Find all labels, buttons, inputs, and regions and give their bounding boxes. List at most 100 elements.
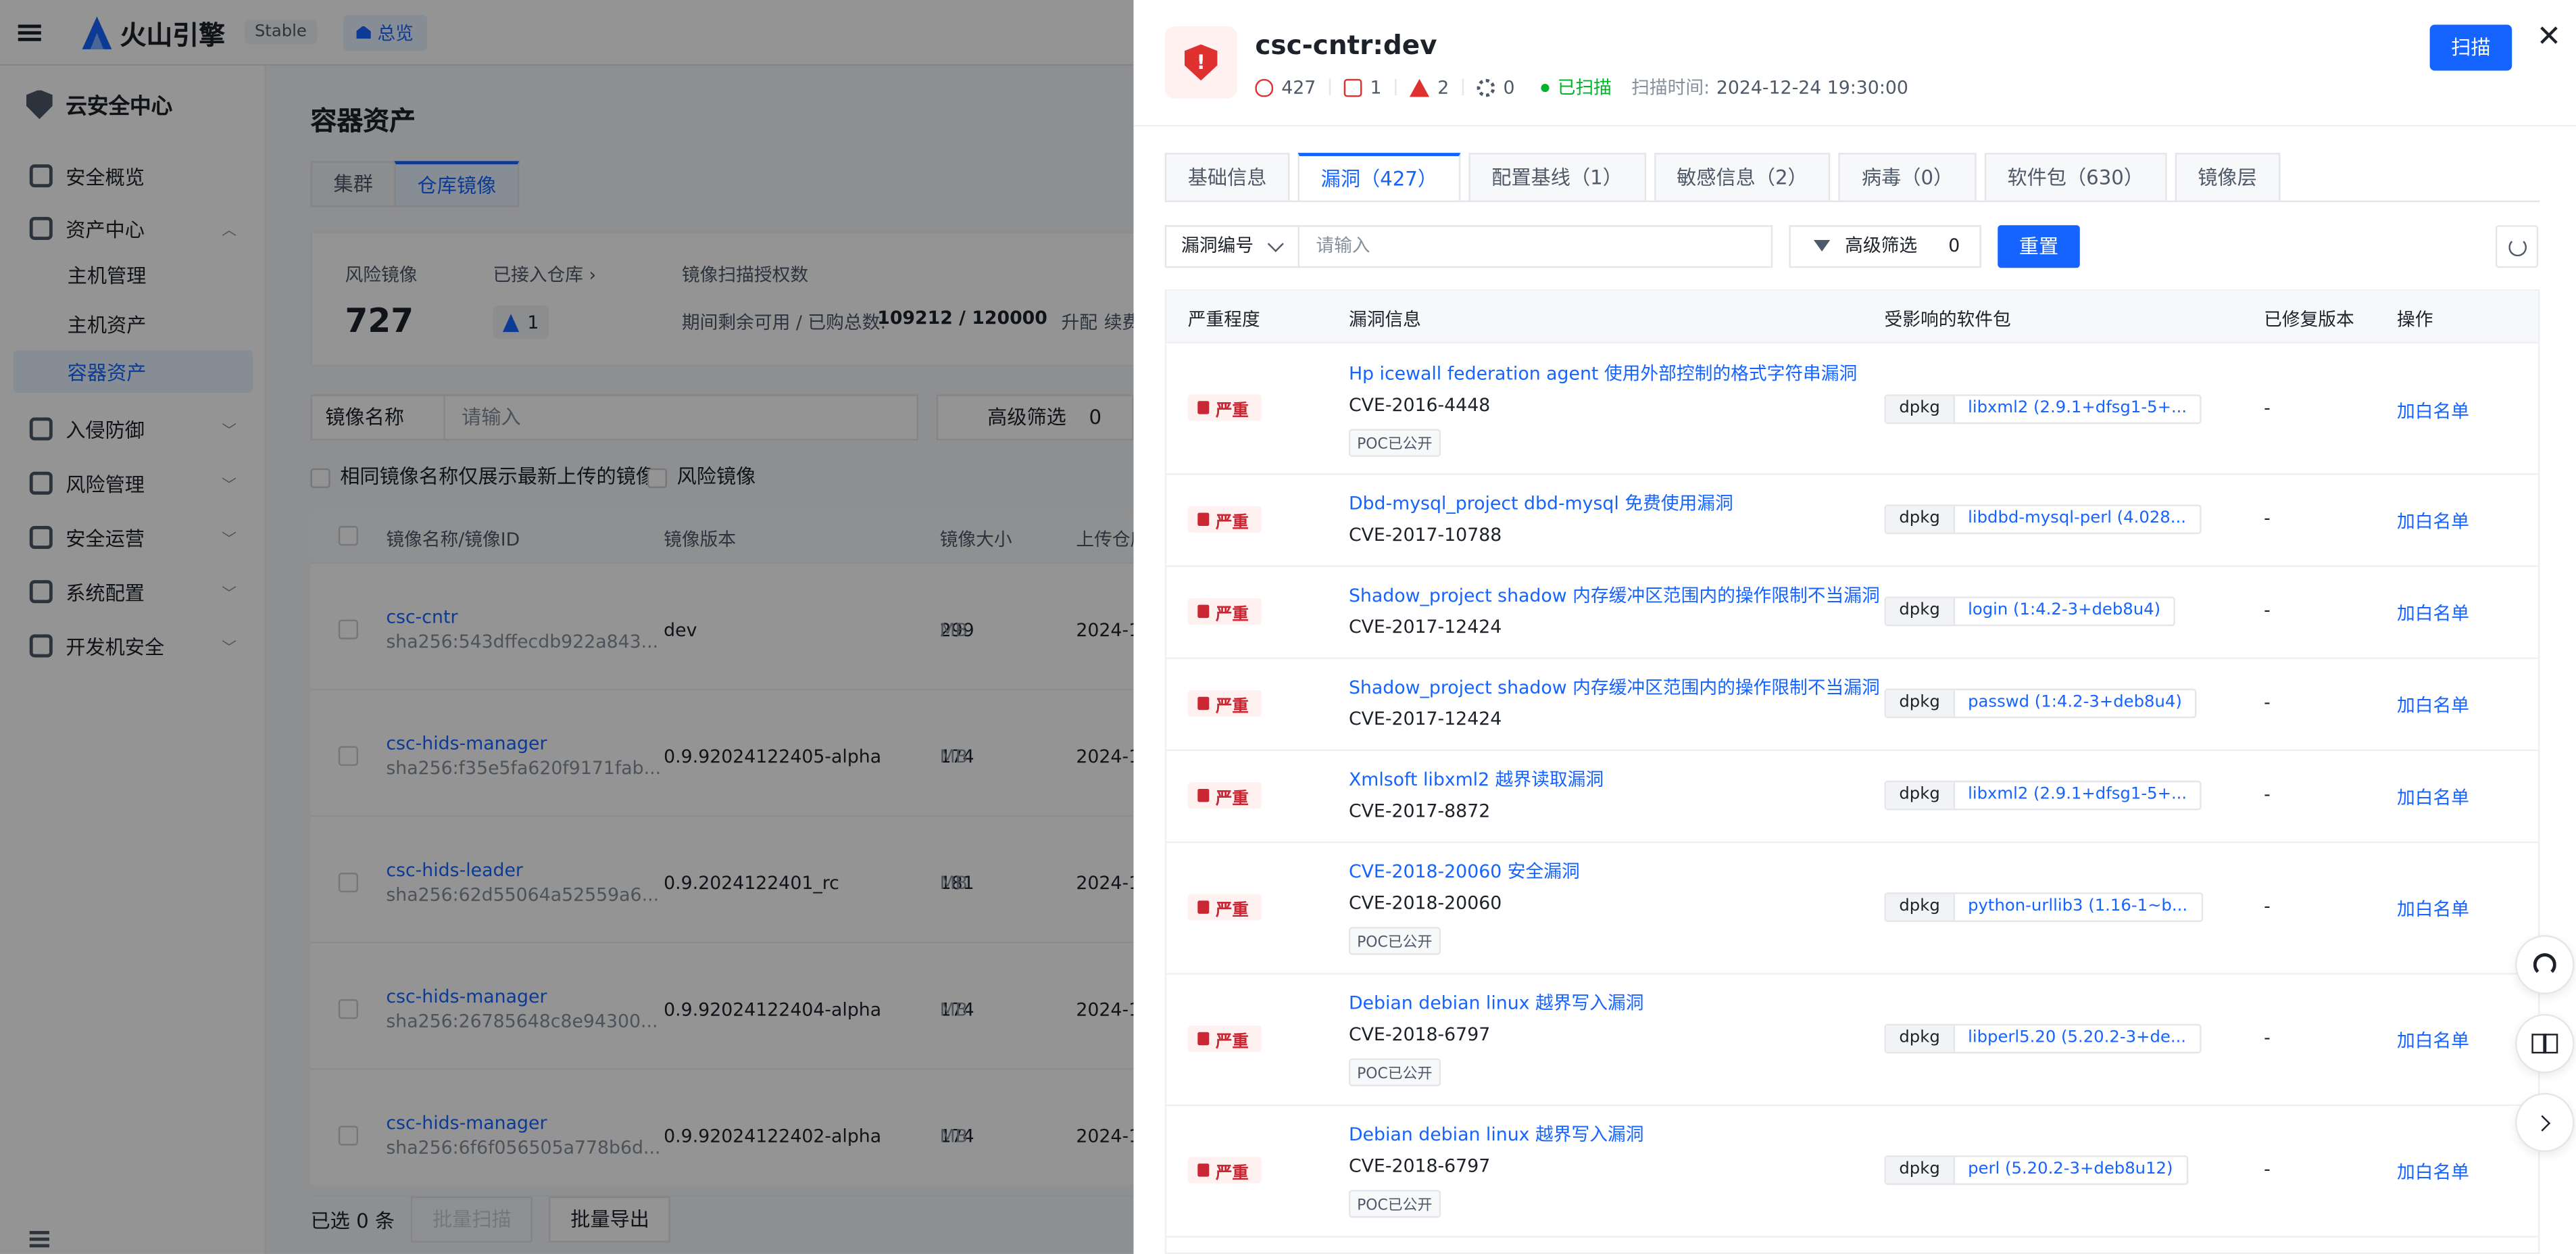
lock-icon — [1197, 512, 1210, 526]
table-row: 严重 Xmlsoft libxml2 越界读取漏洞 CVE-2017-8872 … — [1166, 751, 2539, 844]
table-header: 严重程度 漏洞信息 受影响的软件包 已修复版本 操作 — [1166, 291, 2539, 344]
scan-time: 2024-12-24 19:30:00 — [1716, 76, 1908, 98]
vuln-name-link[interactable]: Debian debian linux 越界写入漏洞 — [1349, 990, 1644, 1016]
virus-stat: 0 — [1477, 76, 1515, 98]
vuln-name-link[interactable]: Shadow_project shadow 内存缓冲区范围内的操作限制不当漏洞 — [1349, 582, 1880, 608]
tab-layers[interactable]: 镜像层 — [2175, 153, 2280, 203]
vuln-name-link[interactable]: Hp icewall federation agent 使用外部控制的格式字符串… — [1349, 360, 1857, 386]
baseline-count: 1 — [1370, 76, 1382, 98]
table-row: 严重 Shadow_project shadow 内存缓冲区范围内的操作限制不当… — [1166, 567, 2539, 659]
severity-badge: 严重 — [1187, 1026, 1262, 1052]
add-whitelist-link[interactable]: 加白名单 — [2397, 784, 2469, 811]
baseline-icon — [1343, 78, 1362, 97]
sensitive-count: 2 — [1437, 76, 1450, 98]
virus-count: 0 — [1503, 76, 1515, 98]
severity-label: 严重 — [1216, 513, 1249, 532]
package-tag[interactable]: dpkg libxml2 (2.9.1+dfsg1-5+... — [1884, 394, 2202, 425]
tab-packages[interactable]: 软件包（630） — [1984, 153, 2167, 203]
bug-icon — [1255, 78, 1274, 97]
fixed-version: - — [2264, 1027, 2271, 1049]
severity-label: 严重 — [1216, 790, 1249, 808]
add-whitelist-link[interactable]: 加白名单 — [2397, 508, 2469, 534]
scan-summary: 427 1 2 0 已扫描 扫描时间: 2024-12-24 19:30:00 — [1255, 74, 1908, 100]
tab-baseline[interactable]: 配置基线（1） — [1468, 153, 1645, 203]
severity-label: 严重 — [1216, 1164, 1249, 1183]
headset-icon — [2533, 953, 2556, 977]
refresh-button[interactable] — [2495, 225, 2539, 268]
vuln-name-link[interactable]: CVE-2018-20060 安全漏洞 — [1349, 858, 1580, 884]
cve-id: CVE-2017-8872 — [1348, 800, 1491, 822]
tab-sensitive[interactable]: 敏感信息（2） — [1654, 153, 1831, 203]
vuln-search-input[interactable]: 请输入 — [1299, 225, 1773, 268]
expand-button[interactable] — [2515, 1092, 2575, 1153]
cve-id: CVE-2017-12424 — [1348, 616, 1502, 638]
package-type: dpkg — [1885, 690, 1955, 717]
package-name: libxml2 (2.9.1+dfsg1-5+... — [1968, 786, 2187, 804]
add-whitelist-link[interactable]: 加白名单 — [2397, 600, 2469, 626]
cve-id: CVE-2018-6797 — [1348, 1023, 1491, 1046]
tab-basic-info[interactable]: 基础信息 — [1164, 153, 1290, 203]
lock-icon — [1197, 900, 1210, 914]
cve-id: CVE-2016-4448 — [1348, 394, 1491, 416]
scan-status-text: 已扫描 — [1557, 77, 1612, 99]
severity-label: 严重 — [1216, 1032, 1249, 1051]
package-type: dpkg — [1885, 782, 1955, 809]
package-type: dpkg — [1885, 506, 1955, 533]
package-tag[interactable]: dpkg python-urllib3 (1.16-1~b... — [1884, 892, 2202, 922]
col-actions: 操作 — [2397, 309, 2433, 331]
tab-vulnerabilities[interactable]: 漏洞（427） — [1297, 153, 1461, 203]
col-vuln-info: 漏洞信息 — [1348, 309, 1421, 331]
modal-mask[interactable] — [0, 0, 1134, 1254]
vuln-name-link[interactable]: Xmlsoft libxml2 越界读取漏洞 — [1349, 766, 1604, 792]
tab-virus[interactable]: 病毒（0） — [1838, 153, 1977, 203]
refresh-icon — [2508, 238, 2527, 257]
status-dot-icon — [1541, 82, 1550, 91]
vuln-name-link[interactable]: Dbd-mysql_project dbd-mysql 免费使用漏洞 — [1349, 489, 1733, 516]
package-type: dpkg — [1885, 1026, 1955, 1052]
help-button[interactable] — [2515, 935, 2575, 994]
package-tag[interactable]: dpkg libperl5.20 (5.20.2-3+de... — [1884, 1023, 2201, 1054]
vuln-field-select[interactable]: 漏洞编号 — [1164, 225, 1300, 268]
add-whitelist-link[interactable]: 加白名单 — [2397, 1027, 2469, 1053]
fixed-version: - — [2264, 692, 2271, 714]
add-whitelist-link[interactable]: 加白名单 — [2397, 896, 2469, 922]
severity-badge: 严重 — [1187, 1157, 1262, 1184]
table-row: 严重 Debian debian linux 越界写入漏洞 CVE-2018-6… — [1166, 975, 2539, 1107]
package-type: dpkg — [1885, 894, 1955, 921]
vuln-name-link[interactable]: Debian debian linux 越界写入漏洞 — [1349, 1121, 1644, 1147]
drawer-tabs: 基础信息 漏洞（427） 配置基线（1） 敏感信息（2） 病毒（0） 软件包（6… — [1164, 153, 2288, 203]
table-row: 严重 CVE-2018-20060 安全漏洞 CVE-2018-20060 PO… — [1166, 843, 2539, 975]
vuln-name-link[interactable]: Shadow_project shadow 内存缓冲区范围内的操作限制不当漏洞 — [1349, 674, 1880, 700]
table-row: 严重 Hp icewall federation agent 使用外部控制的格式… — [1166, 343, 2539, 475]
baseline-stat: 1 — [1343, 76, 1382, 98]
package-name: login (1:4.2-3+deb8u4) — [1968, 601, 2161, 620]
lock-icon — [1197, 604, 1210, 619]
package-type: dpkg — [1885, 395, 1955, 423]
package-name: libdbd-mysql-perl (4.028... — [1968, 509, 2186, 528]
add-whitelist-link[interactable]: 加白名单 — [2397, 397, 2469, 424]
advanced-filter-button[interactable]: 高级筛选 0 — [1789, 225, 1981, 268]
docs-button[interactable] — [2515, 1014, 2575, 1074]
package-tag[interactable]: dpkg passwd (1:4.2-3+deb8u4) — [1884, 688, 2197, 719]
package-tag[interactable]: dpkg libdbd-mysql-perl (4.028... — [1884, 504, 2201, 535]
severity-badge: 严重 — [1187, 690, 1262, 717]
package-tag[interactable]: dpkg libxml2 (2.9.1+dfsg1-5+... — [1884, 780, 2202, 811]
add-whitelist-link[interactable]: 加白名单 — [2397, 692, 2469, 719]
vuln-stat: 427 — [1255, 76, 1316, 98]
severity-badge: 严重 — [1187, 506, 1262, 533]
reset-button[interactable]: 重置 — [1998, 225, 2080, 268]
filter-label: 高级筛选 — [1845, 235, 1918, 257]
scan-button[interactable]: 扫描 — [2429, 24, 2512, 71]
severity-label: 严重 — [1216, 901, 1249, 920]
package-tag[interactable]: dpkg perl (5.20.2-3+deb8u12) — [1884, 1155, 2188, 1185]
add-whitelist-link[interactable]: 加白名单 — [2397, 1159, 2469, 1185]
fixed-version: - — [2264, 1158, 2271, 1180]
severity-label: 严重 — [1216, 402, 1249, 420]
severity-label: 严重 — [1216, 605, 1249, 624]
sensitive-stat: 2 — [1409, 76, 1450, 98]
col-affected-package: 受影响的软件包 — [1884, 309, 2011, 331]
lock-icon — [1197, 401, 1210, 414]
close-icon[interactable]: ✕ — [2537, 20, 2562, 54]
scan-status: 已扫描 — [1541, 74, 1612, 100]
package-tag[interactable]: dpkg login (1:4.2-3+deb8u4) — [1884, 596, 2176, 627]
